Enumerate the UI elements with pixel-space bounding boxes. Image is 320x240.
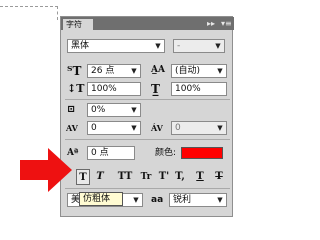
divider: [65, 99, 230, 100]
chevron-down-icon: ▼: [131, 67, 137, 75]
chevron-down-icon: ▼: [215, 42, 221, 50]
chevron-down-icon: ▼: [131, 124, 137, 132]
divider: [65, 139, 230, 140]
faux-bold-tooltip: 仿粗体: [79, 192, 123, 206]
red-arrow-icon: [20, 148, 72, 192]
baseline-shift-field[interactable]: 0 点: [87, 146, 135, 160]
character-panel: 字符 ▸▸ ▾≡ 黑体 ▼ - ▼ ᵀT 26 点 ▼ A̲A (自动) ▼ ↕…: [60, 16, 234, 217]
divider: [65, 188, 230, 189]
color-label: 颜色:: [155, 148, 177, 158]
antialias-select[interactable]: 锐利 ▼: [169, 193, 227, 207]
underline-button[interactable]: T: [194, 169, 206, 185]
antialias-icon: aa: [151, 195, 164, 205]
chevron-down-icon: ▼: [217, 67, 223, 75]
font-family-value: 黑体: [71, 41, 90, 51]
baseline-shift-value: 0 点: [91, 148, 109, 158]
vertical-scale-icon: ↕T: [67, 82, 85, 95]
chevron-down-icon: ▼: [155, 42, 161, 50]
tracking-value: 0: [175, 123, 181, 133]
font-style-select[interactable]: - ▼: [173, 39, 225, 53]
kerning-field[interactable]: 0 ▼: [87, 121, 141, 135]
vertical-scale-value: 100%: [91, 84, 117, 94]
selection-marquee-top: [0, 6, 58, 7]
font-size-value: 26 点: [91, 66, 115, 76]
font-style-value: -: [177, 41, 181, 51]
strikethrough-button[interactable]: T: [213, 169, 225, 185]
tsume-value: 0%: [91, 105, 106, 115]
tsume-icon: ⊡: [67, 104, 76, 115]
selection-marquee-side: [57, 6, 58, 20]
horizontal-scale-field[interactable]: 100%: [171, 82, 227, 96]
leading-field[interactable]: (自动) ▼: [171, 64, 227, 78]
subscript-button[interactable]: T,: [173, 169, 187, 185]
font-family-select[interactable]: 黑体 ▼: [67, 39, 165, 53]
tracking-field[interactable]: 0 ▼: [171, 121, 227, 135]
small-caps-button[interactable]: Tr: [137, 169, 155, 185]
chevron-down-icon: ▼: [217, 196, 223, 204]
font-size-field[interactable]: 26 点 ▼: [87, 64, 141, 78]
tsume-field[interactable]: 0% ▼: [87, 103, 141, 117]
panel-menu-button[interactable]: ▾≡: [221, 18, 232, 29]
kerning-value: 0: [91, 123, 97, 133]
kerning-icon: AV: [66, 123, 78, 133]
leading-value: (自动): [175, 66, 201, 76]
tab-character[interactable]: 字符: [63, 19, 93, 30]
antialias-value: 锐利: [173, 195, 192, 205]
vertical-scale-field[interactable]: 100%: [87, 82, 141, 96]
collapse-button[interactable]: ▸▸: [207, 18, 215, 29]
faux-italic-button[interactable]: T: [94, 169, 106, 185]
chevron-down-icon: ▼: [217, 124, 223, 132]
superscript-button[interactable]: T': [157, 169, 171, 185]
all-caps-button[interactable]: TT: [116, 169, 134, 185]
faux-bold-button[interactable]: T: [76, 169, 90, 185]
color-swatch[interactable]: [181, 147, 223, 159]
tracking-icon: ÁV: [151, 123, 163, 133]
leading-icon: A̲A: [151, 65, 165, 75]
panel-titlebar: 字符 ▸▸ ▾≡: [61, 17, 234, 30]
chevron-down-icon: ▼: [131, 106, 137, 114]
horizontal-scale-icon: T̲: [151, 82, 160, 96]
font-size-icon: ᵀT: [67, 64, 82, 78]
horizontal-scale-value: 100%: [175, 84, 201, 94]
chevron-down-icon: ▼: [133, 196, 139, 204]
